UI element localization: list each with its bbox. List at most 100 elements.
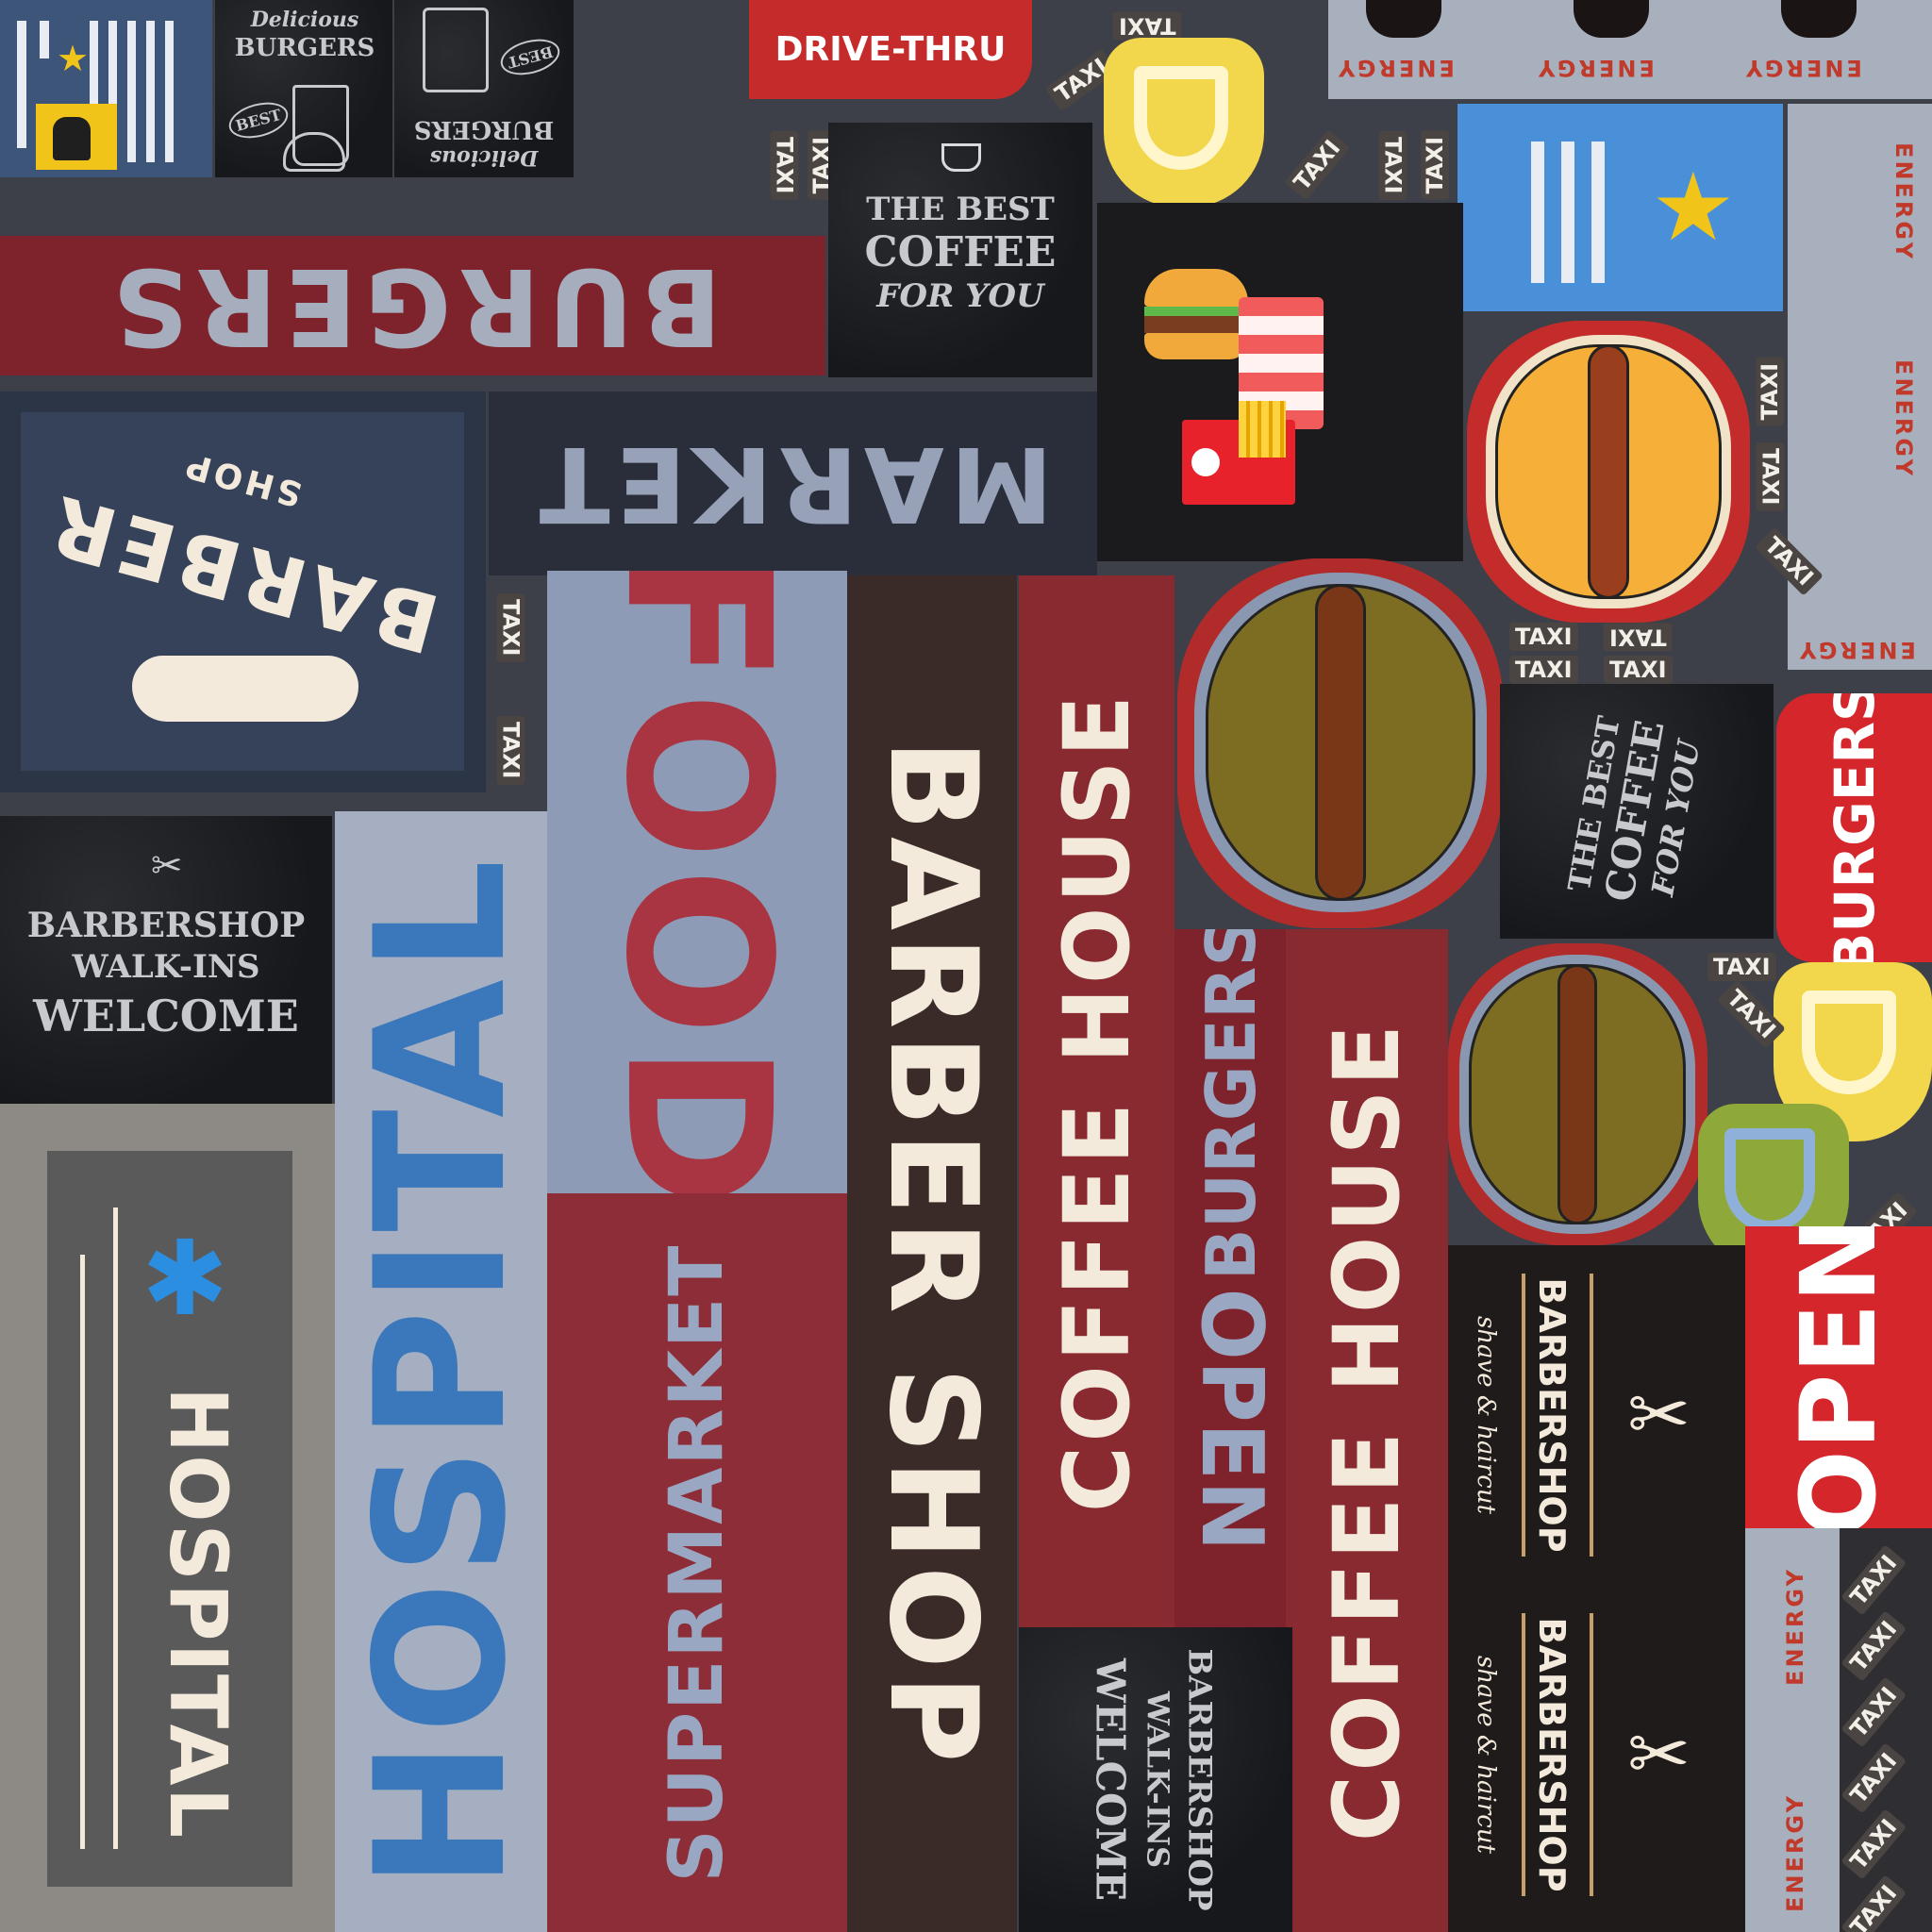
scissors-icon: ✂ — [1627, 1710, 1691, 1798]
taxi-tag: TAXI — [1840, 1742, 1907, 1814]
chalk-title: BARBERSHOP — [26, 906, 306, 945]
burgers-right-label: BURGERS — [1822, 693, 1887, 962]
coffee-house-sign-1: COFFEE HOUSE — [1019, 575, 1174, 1627]
supermarket-label: SUPERMARKET — [655, 1242, 740, 1883]
drive-thru-label: DRIVE-THRU — [774, 29, 1007, 69]
chalk-title: BURGERS — [413, 115, 555, 143]
taxi-tag: TAXI — [1509, 623, 1578, 652]
barbershop-card-script: shave & haircut — [1472, 1315, 1500, 1515]
best-badge: BEST — [225, 96, 292, 144]
supermarket-sign: SUPERMARKET — [547, 1193, 847, 1932]
taxi-tag: TAXI — [1604, 656, 1673, 685]
barbershop-chalk-1: BARBERSHOP WALK-INS WELCOME ✂ — [0, 816, 332, 1104]
food-sign: FOOD — [547, 571, 847, 1193]
taxi-tag: TAXI — [1707, 953, 1776, 982]
taxi-tag: TAXI — [1840, 1676, 1907, 1748]
chalk-line: Delicious — [250, 8, 359, 32]
taxi-tag: TAXI — [1378, 130, 1407, 200]
chalk-line: WELCOME — [1087, 1657, 1134, 1902]
delicious-burgers-chalk-2: Delicious BURGERS BEST — [394, 0, 574, 177]
barbershop-card-2: BARBERSHOP shave & haircut ✂ — [1448, 1585, 1745, 1932]
chalk-title: BARBERSHOP — [1180, 1648, 1219, 1911]
hotdog-icon — [1467, 321, 1750, 623]
energy-label: ENERGY — [1781, 1567, 1808, 1686]
scissors-icon: ✂ — [151, 844, 183, 888]
coffee-house-label: COFFEE HOUSE — [1314, 1020, 1420, 1841]
taxi-tag: TAXI — [1840, 1544, 1907, 1616]
scissors-icon: ✂ — [1627, 1371, 1691, 1458]
best-badge: BEST — [496, 33, 564, 81]
taxi-tag: TAXI — [1421, 130, 1450, 200]
open-right-label: OPEN — [1778, 1226, 1899, 1528]
police-badge-icon — [36, 104, 117, 170]
barbershop-chalk-2: BARBERSHOP WALK-INS WELCOME — [1019, 1627, 1292, 1932]
taxi-tag: TAXI — [1840, 1610, 1907, 1682]
open-small-label: OPEN — [1182, 1288, 1281, 1552]
barber-shop-vertical-sign: BARBER SHOP — [847, 575, 1017, 1932]
chalk-line: Delicious — [429, 145, 539, 170]
chalk-line: FOR YOU — [876, 277, 1044, 315]
coffee-house-sign-2: COFFEE HOUSE — [1286, 929, 1448, 1932]
police-blue-panel: ★ — [1457, 104, 1783, 311]
energy-label: ENERGY — [1890, 142, 1917, 261]
energy-label: ENERGY — [1743, 55, 1862, 81]
hospital-small-label: HOSPITAL — [152, 1386, 244, 1840]
taxi-tag: TAXI — [1756, 357, 1785, 426]
hotdog-icon — [1448, 943, 1707, 1245]
coffee-house-label: COFFEE HOUSE — [1043, 691, 1150, 1512]
coffee-chalk-2: THE BEST COFFEE FOR YOU — [1500, 684, 1774, 939]
burgers-banner: BURGERS — [0, 236, 825, 375]
energy-label: ENERGY — [1536, 55, 1655, 81]
energy-label: ENERGY — [1336, 55, 1455, 81]
chalk-title: COFFEE — [864, 228, 1057, 276]
barber-logo-title: BARBER — [36, 475, 449, 671]
coffee-cup-icon — [941, 143, 981, 172]
shield-icon — [1104, 38, 1264, 208]
taxi-tag: TAXI — [1840, 1874, 1907, 1932]
chalk-line: WELCOME — [33, 991, 299, 1041]
hospital-small-sign: ✱ HOSPITAL — [0, 1104, 335, 1932]
chalk-title: BURGERS — [234, 34, 375, 62]
chalk-line: WALK-INS — [1140, 1690, 1176, 1869]
barbershop-card-title: BARBERSHOP — [1531, 1277, 1573, 1553]
star-icon: ★ — [1651, 152, 1736, 262]
medical-asterisk-icon: ✱ — [142, 1218, 229, 1339]
taxi-tag: TAXI — [1113, 11, 1182, 41]
star-icon: ★ — [57, 38, 90, 79]
coffee-chalk-1: THE BEST COFFEE FOR YOU — [828, 123, 1092, 377]
open-burgers-sign: BURGERS OPEN — [1174, 929, 1286, 1627]
taxi-tag: TAXI — [1509, 656, 1578, 685]
barber-logo-subtitle: SHOP — [178, 443, 307, 513]
burgers-banner-label: BURGERS — [104, 244, 722, 367]
police-flag-panel: ★ — [0, 0, 212, 177]
energy-strip-bottom: ENERGY ENERGY — [1745, 1528, 1840, 1932]
hotdog-icon — [1177, 558, 1503, 928]
taxi-tag: TAXI — [496, 715, 525, 785]
fries-icon — [1182, 401, 1295, 505]
burger-icon — [1144, 269, 1248, 363]
taxi-tag: TAXI — [1284, 129, 1351, 201]
hospital-big-sign: HOSPITAL — [335, 811, 547, 1932]
barbershop-card-1: BARBERSHOP shave & haircut ✂ — [1448, 1245, 1745, 1585]
market-banner: MARKET — [489, 391, 1097, 575]
barbershop-card-script: shave & haircut — [1472, 1655, 1500, 1855]
food-label: FOOD — [582, 571, 813, 1193]
drive-thru-sign: DRIVE-THRU — [749, 0, 1032, 99]
market-banner-label: MARKET — [533, 423, 1053, 544]
energy-label: ENERGY — [1781, 1793, 1808, 1912]
barbershop-card-title: BARBERSHOP — [1531, 1617, 1573, 1892]
delicious-burgers-chalk-1: Delicious BURGERS BEST — [215, 0, 392, 177]
hospital-big-label: HOSPITAL — [336, 853, 545, 1890]
chalk-line: THE BEST — [866, 191, 1055, 228]
mug-icon — [423, 8, 489, 92]
open-right-sign: OPEN — [1745, 1226, 1932, 1528]
chalk-line: WALK-INS — [72, 948, 260, 986]
barber-shop-vertical-label: BARBER SHOP — [862, 739, 1003, 1769]
burgers-right-sign: BURGERS — [1776, 693, 1932, 962]
energy-label: ENERGY — [1797, 637, 1916, 663]
burgers-small-label: BURGERS — [1191, 929, 1271, 1281]
energy-label: ENERGY — [1890, 359, 1917, 478]
barber-shop-logo: BARBER SHOP — [0, 391, 486, 792]
taxi-tag: TAXI — [1840, 1808, 1907, 1880]
fast-food-illustration — [1097, 203, 1463, 561]
